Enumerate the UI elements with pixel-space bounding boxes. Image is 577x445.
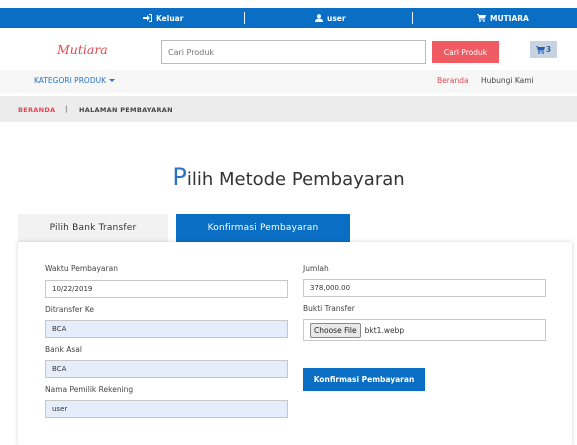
breadcrumb-home[interactable]: BERANDA — [18, 106, 55, 114]
waktu-field[interactable]: 10/22/2019 — [45, 280, 288, 298]
choose-file-button[interactable]: Choose File — [310, 322, 361, 338]
ditransfer-label: Ditransfer Ke — [45, 305, 95, 314]
ditransfer-field: BCA — [45, 320, 288, 338]
bank-asal-field: BCA — [45, 360, 288, 378]
jumlah-label: Jumlah — [303, 264, 329, 273]
site-logo[interactable]: Mutiara — [57, 42, 108, 57]
top-bar: Keluar user MUTIARA — [0, 8, 577, 28]
breadcrumb-separator: | — [65, 105, 68, 113]
tab-konfirmasi-pembayaran[interactable]: Konfirmasi Pembayaran — [176, 214, 350, 242]
category-dropdown[interactable]: KATEGORI PRODUK — [34, 76, 115, 85]
logout-icon — [143, 14, 152, 22]
logout-link[interactable]: Keluar — [143, 8, 183, 28]
nav-link-hubungi-kami[interactable]: Hubungi Kami — [481, 76, 534, 85]
caret-down-icon — [109, 79, 115, 82]
category-label: KATEGORI PRODUK — [34, 76, 106, 85]
nav-link-beranda[interactable]: Beranda — [437, 76, 469, 85]
pemilik-label: Nama Pemilik Rekening — [45, 385, 134, 394]
logout-label: Keluar — [156, 13, 184, 23]
pemilik-field: user — [45, 400, 288, 418]
cart-icon — [535, 45, 545, 54]
file-upload-field: Choose File bkt1.webp — [303, 319, 546, 341]
topbar-divider — [412, 12, 413, 24]
bukti-transfer-label: Bukti Transfer — [303, 304, 355, 313]
cart-icon — [477, 14, 486, 22]
topbar-divider — [244, 12, 245, 24]
user-icon — [315, 14, 323, 22]
shop-link[interactable]: MUTIARA — [477, 8, 529, 28]
page-title: Pilih Metode Pembayaran — [0, 163, 577, 191]
konfirmasi-pembayaran-button[interactable]: Konfirmasi Pembayaran — [303, 368, 425, 391]
waktu-label: Waktu Pembayaran — [45, 264, 118, 273]
shop-label: MUTIARA — [490, 13, 529, 23]
breadcrumb: BERANDA | HALAMAN PEMBAYARAN — [0, 96, 577, 122]
user-label: user — [327, 13, 346, 23]
tab-pilih-bank-transfer[interactable]: Pilih Bank Transfer — [18, 214, 168, 242]
page-title-rest: ilih Metode Pembayaran — [186, 169, 405, 190]
main-nav: KATEGORI PRODUK Beranda Hubungi Kami — [0, 70, 577, 93]
user-link[interactable]: user — [315, 8, 346, 28]
cart-button[interactable]: 3 — [530, 41, 557, 58]
file-name: bkt1.webp — [364, 325, 405, 335]
search-input[interactable] — [161, 40, 426, 64]
cart-count: 3 — [545, 45, 552, 54]
page-title-initial: P — [172, 163, 187, 191]
search-button[interactable]: Cari Produk — [432, 41, 499, 63]
breadcrumb-current: HALAMAN PEMBAYARAN — [79, 106, 173, 114]
bank-asal-label: Bank Asal — [45, 345, 82, 354]
jumlah-field[interactable]: 378,000.00 — [303, 279, 546, 297]
